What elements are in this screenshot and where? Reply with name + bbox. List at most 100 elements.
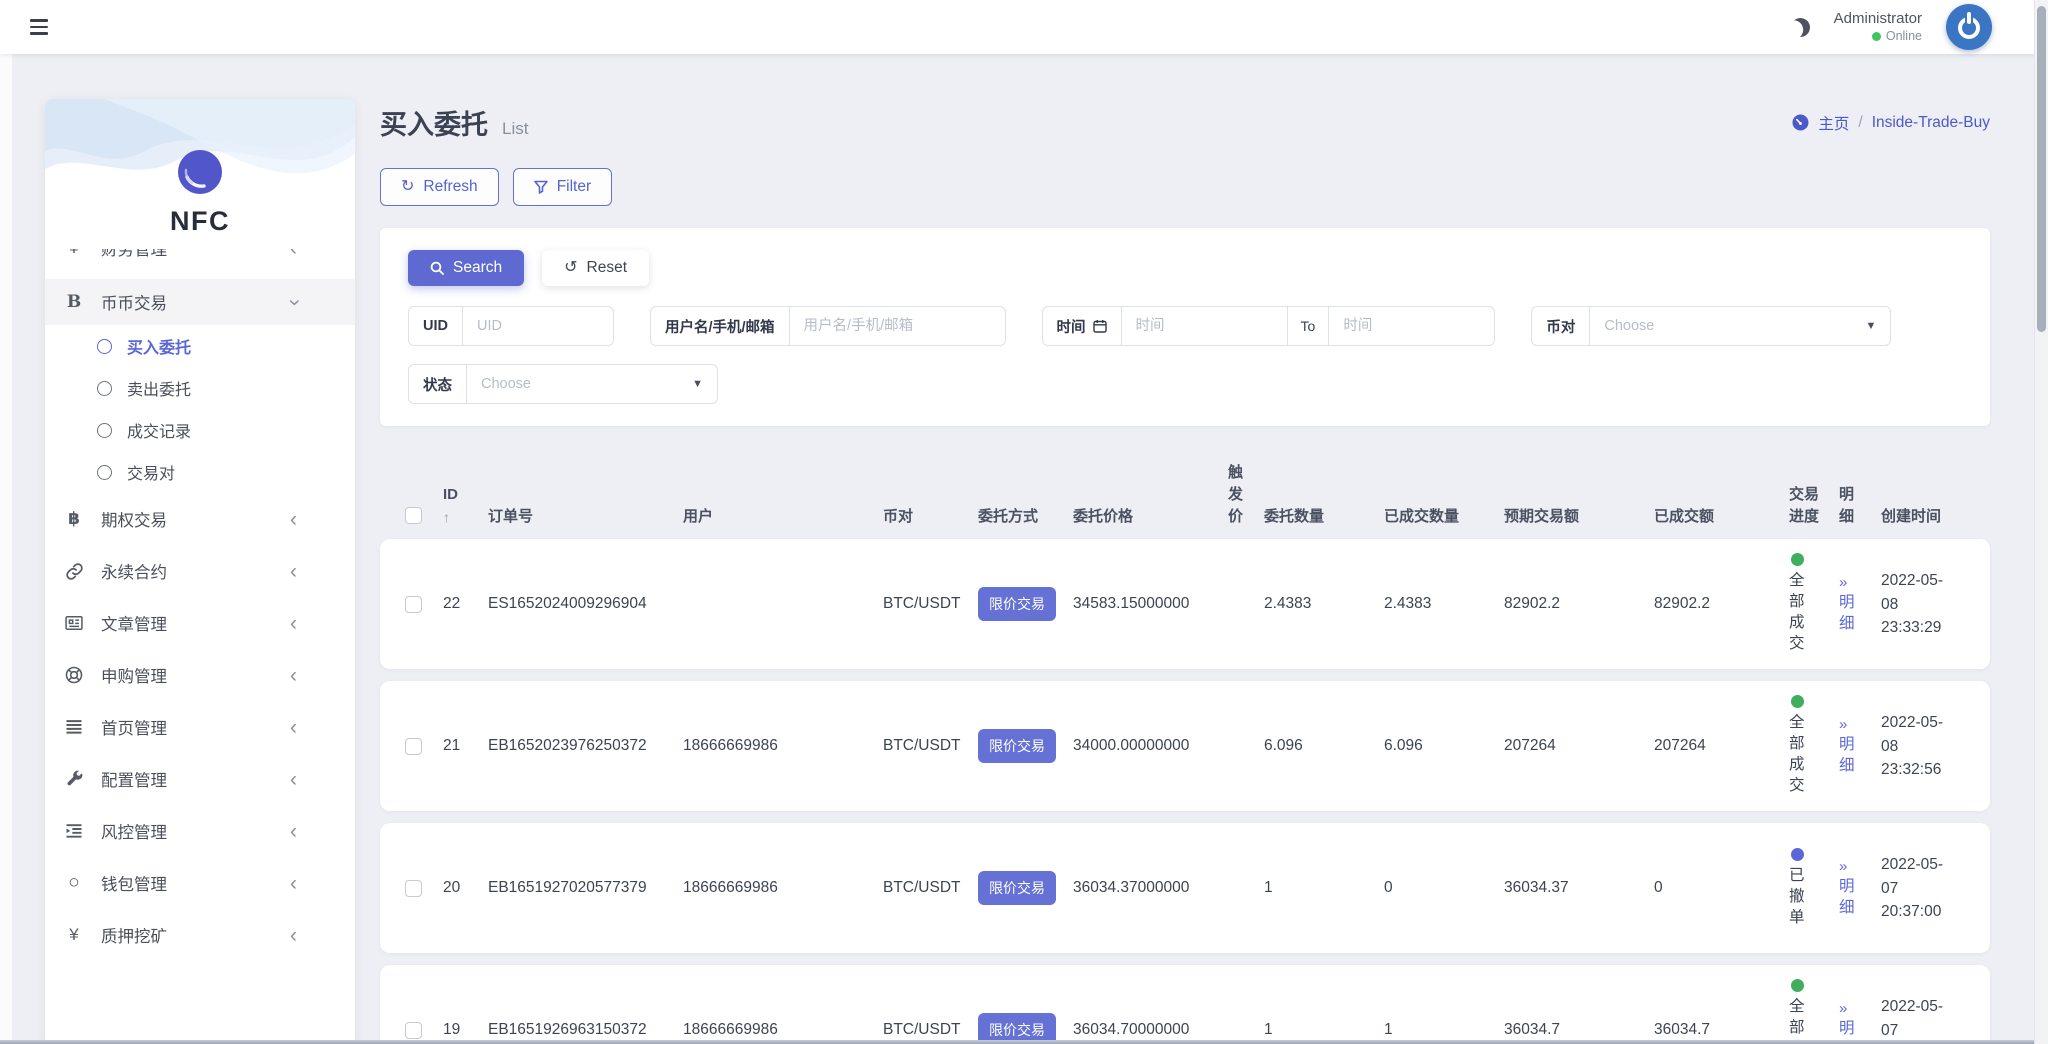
sidebar-item-article-management[interactable]: 文章管理 ‹: [45, 597, 355, 649]
col-created-at: 创建时间: [1881, 506, 1965, 528]
order-type-badge: 限价交易: [978, 729, 1056, 763]
refresh-button[interactable]: ↻ Refresh: [380, 168, 499, 206]
chevron-left-icon: ‹: [290, 561, 297, 582]
breadcrumb-home[interactable]: 主页: [1818, 112, 1849, 134]
circle-icon: [97, 423, 112, 438]
sidebar-subitem-trade-records[interactable]: 成交记录: [45, 409, 355, 451]
sidebar-item-wallet-management[interactable]: ○ 钱包管理 ‹: [45, 857, 355, 909]
row-checkbox[interactable]: [405, 596, 422, 613]
dashboard-icon: [1792, 114, 1809, 131]
sidebar-subitem-buy-orders[interactable]: 买入委托: [45, 325, 355, 367]
page-subtitle: List: [502, 119, 528, 139]
sort-arrow-icon[interactable]: ↑: [443, 507, 488, 527]
user-avatar-power-icon[interactable]: [1946, 4, 1992, 50]
double-arrow-icon: »: [1839, 573, 1881, 593]
newspaper-icon: [61, 613, 87, 633]
user-name: Administrator: [1834, 10, 1922, 29]
sidebar-item-label: 钱包管理: [101, 871, 167, 895]
sidebar-item-finance[interactable]: ¥ 财务管理 ‹: [45, 249, 355, 271]
status-text: 全部成交: [1789, 713, 1806, 797]
time-to-input[interactable]: [1329, 307, 1494, 345]
sidebar-subitem-trading-pairs[interactable]: 交易对: [45, 451, 355, 493]
window-left-gutter: [0, 54, 12, 1044]
select-all-checkbox[interactable]: [405, 507, 422, 524]
sidebar-subitem-label: 卖出委托: [127, 376, 191, 400]
cell-amount: 1: [1264, 1021, 1384, 1039]
cell-pair: BTC/USDT: [883, 1021, 978, 1039]
link-icon: [61, 562, 87, 581]
col-price: 委托价格: [1073, 506, 1228, 528]
detail-link[interactable]: » 明细: [1839, 857, 1881, 919]
cell-created-at: 2022-05- 08 23:32:56: [1881, 711, 1965, 781]
logo-text: NFC: [45, 206, 355, 237]
sidebar-logo[interactable]: NFC: [45, 99, 355, 237]
cell-id: 20: [443, 879, 488, 897]
sidebar-item-config-management[interactable]: 配置管理 ‹: [45, 753, 355, 805]
status-dot: [1791, 553, 1804, 566]
col-filled-amount: 已成交数量: [1384, 506, 1504, 528]
cell-price: 34583.15000000: [1073, 595, 1228, 613]
filter-button[interactable]: Filter: [513, 168, 612, 206]
pair-select[interactable]: Choose ▼: [1590, 307, 1890, 345]
chevron-left-icon: ‹: [290, 925, 297, 946]
reset-icon: ↺: [564, 260, 577, 276]
cell-pair: BTC/USDT: [883, 879, 978, 897]
status-filter-group: 状态 Choose ▼: [408, 364, 718, 404]
sidebar-item-perpetual-contracts[interactable]: 永续合约 ‹: [45, 545, 355, 597]
detail-link[interactable]: » 明细: [1839, 573, 1881, 635]
uid-input[interactable]: [463, 307, 613, 345]
detail-link[interactable]: » 明细: [1839, 999, 1881, 1044]
sidebar-item-options-trade[interactable]: ฿ 期权交易 ‹: [45, 493, 355, 545]
detail-link[interactable]: » 明细: [1839, 715, 1881, 777]
filter-panel: Search ↺ Reset UID 用户名/手机/邮箱 时间: [380, 228, 1990, 426]
search-button[interactable]: Search: [408, 250, 524, 286]
sidebar-item-staking-mining[interactable]: ¥ 质押挖矿 ‹: [45, 909, 355, 961]
cell-filled-total: 82902.2: [1654, 595, 1789, 613]
life-ring-icon: [61, 665, 87, 685]
top-navbar: Administrator Online: [0, 0, 2048, 54]
col-id[interactable]: ID ↑: [443, 484, 488, 527]
cell-order-no: ES1652024009296904: [488, 595, 683, 613]
sidebar-item-coin-trade[interactable]: B 币币交易 ‹: [45, 279, 355, 325]
cell-filled-amount: 2.4383: [1384, 595, 1504, 613]
col-progress: 交易进度: [1789, 484, 1839, 528]
sidebar-item-homepage-management[interactable]: 首页管理 ‹: [45, 701, 355, 753]
reset-button[interactable]: ↺ Reset: [542, 250, 649, 286]
col-user: 用户: [683, 506, 883, 528]
row-checkbox[interactable]: [405, 880, 422, 897]
scrollbar-track[interactable]: [2034, 0, 2048, 1044]
cell-amount: 1: [1264, 879, 1384, 897]
status-dot: [1791, 848, 1804, 861]
user-info[interactable]: Administrator Online: [1834, 10, 1922, 44]
cell-price: 36034.70000000: [1073, 1021, 1228, 1039]
col-filled-total: 已成交额: [1654, 506, 1789, 528]
cell-user: 18666669986: [683, 879, 883, 897]
col-detail: 明细: [1839, 484, 1881, 528]
row-checkbox[interactable]: [405, 1022, 422, 1039]
trade-progress: 全部成交: [1789, 553, 1809, 655]
cell-expected-total: 207264: [1504, 737, 1654, 755]
user-input[interactable]: [790, 307, 1005, 345]
order-type-badge: 限价交易: [978, 871, 1056, 905]
time-from-input[interactable]: [1122, 307, 1287, 345]
order-type-badge: 限价交易: [978, 587, 1056, 621]
sidebar-item-subscription-management[interactable]: 申购管理 ‹: [45, 649, 355, 701]
sidebar-item-risk-management[interactable]: 风控管理 ‹: [45, 805, 355, 857]
sidebar-subitem-sell-orders[interactable]: 卖出委托: [45, 367, 355, 409]
sidebar-item-label: 文章管理: [101, 611, 167, 635]
table-row: 19 EB1651926963150372 18666669986 BTC/US…: [380, 965, 1990, 1044]
chevron-left-icon: ‹: [290, 873, 297, 894]
scrollbar-thumb[interactable]: [2037, 6, 2046, 332]
status-select[interactable]: Choose ▼: [467, 365, 717, 403]
row-checkbox[interactable]: [405, 738, 422, 755]
dark-mode-moon-icon[interactable]: [1789, 15, 1812, 38]
cell-order-no: EB1651926963150372: [488, 1021, 683, 1039]
dropdown-arrow-icon: ▼: [680, 378, 703, 390]
funnel-icon: [534, 180, 548, 194]
cell-user: 18666669986: [683, 1021, 883, 1039]
sidebar-item-label: 申购管理: [101, 663, 167, 687]
calendar-icon: [1093, 319, 1107, 333]
chevron-left-icon: ‹: [290, 821, 297, 842]
hamburger-menu-icon[interactable]: [30, 19, 48, 35]
sidebar-item-label: 首页管理: [101, 715, 167, 739]
